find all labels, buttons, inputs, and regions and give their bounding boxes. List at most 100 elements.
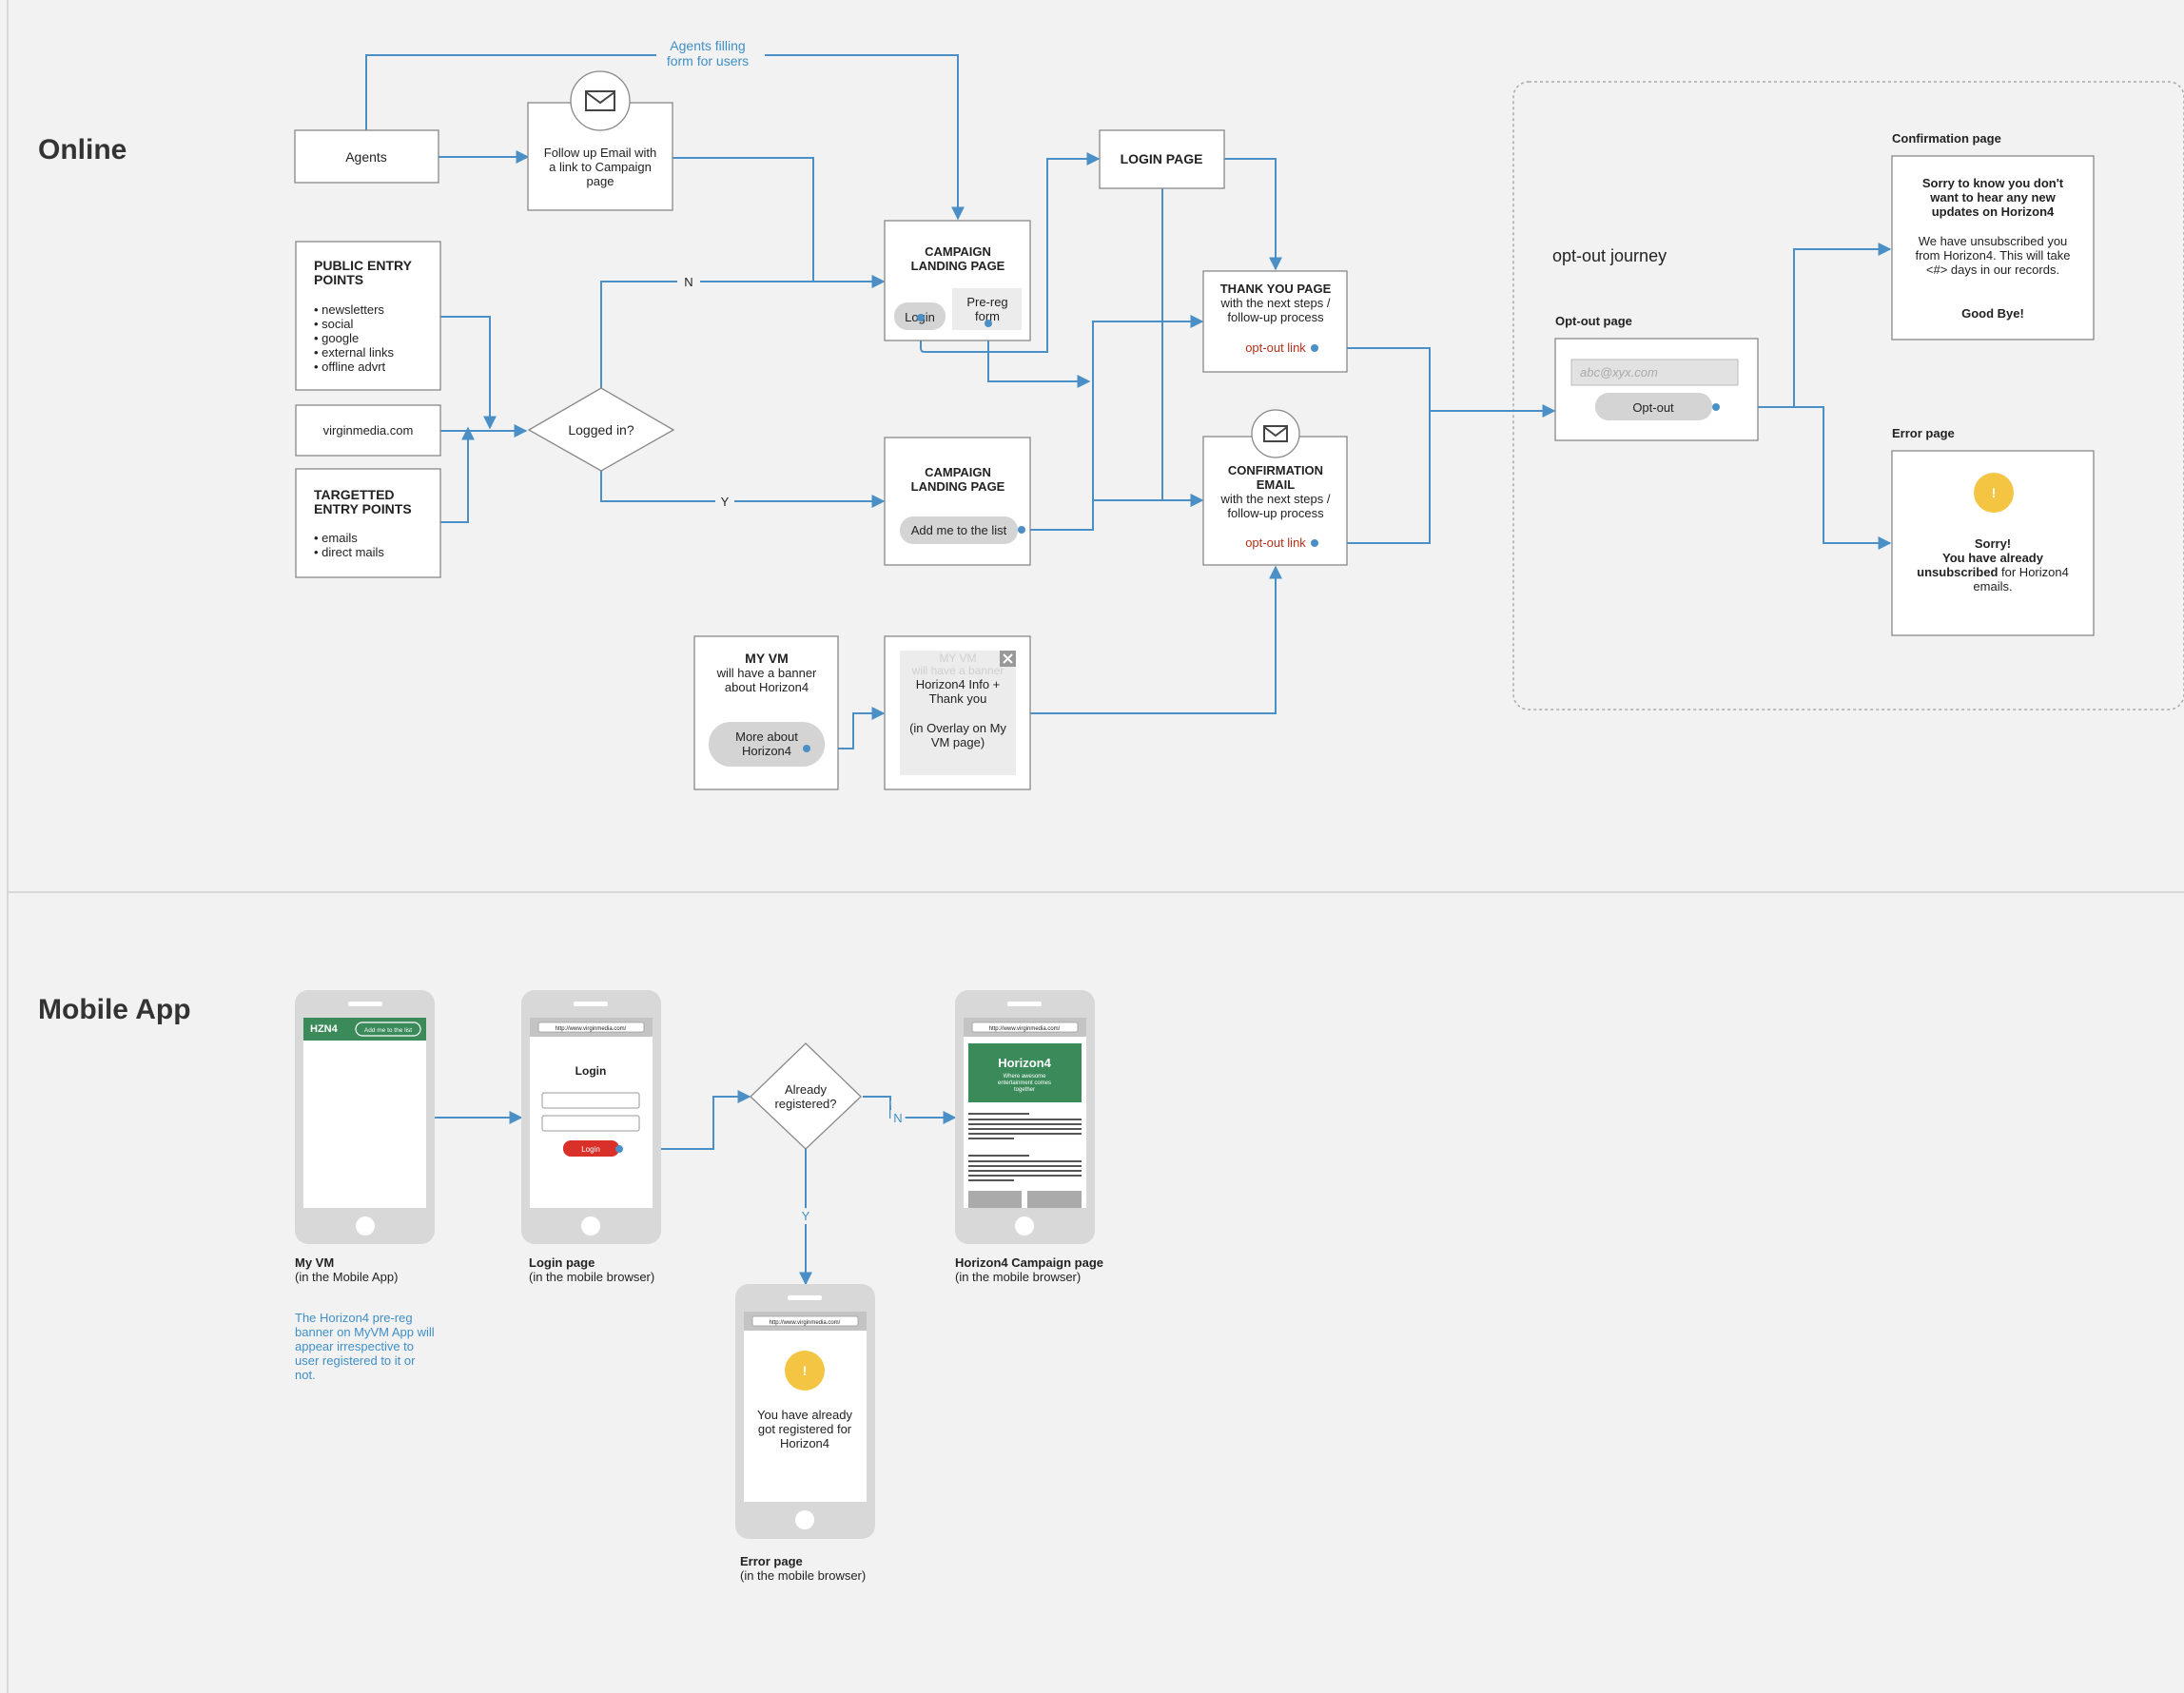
svg-text:opt-out link: opt-out link (1245, 535, 1306, 550)
confirmation-page-box: Sorry to know you don't want to hear any… (1891, 155, 2095, 341)
svg-text:banner on MyVM App will: banner on MyVM App will (295, 1325, 435, 1339)
svg-text:• social: • social (314, 317, 354, 331)
svg-text:Horizon4 Info +: Horizon4 Info + (916, 677, 1001, 691)
svg-text:Horizon4: Horizon4 (742, 744, 791, 758)
opt-out-page-box: abc@xyx.com (1554, 338, 1759, 441)
phone3-caption-title: Horizon4 Campaign page (955, 1255, 1103, 1270)
svg-text:The Horizon4 pre-reg: The Horizon4 pre-reg (295, 1311, 413, 1325)
svg-text:LANDING PAGE: LANDING PAGE (911, 259, 1005, 273)
svg-text:Logged in?: Logged in? (568, 422, 634, 438)
section-title-online: Online (38, 134, 127, 165)
svg-text:We have unsubscribed you: We have unsubscribed you (1919, 234, 2068, 248)
svg-text:Opt-out: Opt-out (1632, 400, 1674, 415)
svg-text:with the next steps /: with the next steps / (1220, 296, 1331, 310)
targetted-entry-box: TARGETTED ENTRY POINTS • emails • direct… (295, 468, 441, 578)
svg-text:with the next steps /: with the next steps / (1220, 492, 1331, 506)
opt-out-button[interactable]: Opt-out (1595, 393, 1712, 420)
svg-text:http://www.virginmedia.com/: http://www.virginmedia.com/ (770, 1320, 841, 1326)
svg-text:Add me to the list: Add me to the list (911, 523, 1007, 537)
svg-text:CONFIRMATION: CONFIRMATION (1228, 463, 1323, 477)
svg-text:about Horizon4: about Horizon4 (725, 680, 809, 694)
svg-text:follow-up process: follow-up process (1227, 310, 1324, 324)
svg-text:http://www.virginmedia.com/: http://www.virginmedia.com/ (989, 1026, 1061, 1032)
svg-text:form for users: form for users (667, 53, 749, 68)
svg-text:• offline advrt: • offline advrt (314, 360, 386, 374)
svg-text:want to hear any new: want to hear any new (1929, 190, 2056, 204)
mail-icon (1251, 409, 1300, 458)
campaign-landing-page-1: CAMPAIGN LANDING PAGE Login Pre-reg form (884, 220, 1031, 341)
thank-you-page-box: THANK YOU PAGE with the next steps / fol… (1202, 270, 1348, 373)
svg-text:HZN4: HZN4 (310, 1023, 339, 1035)
svg-text:• newsletters: • newsletters (314, 302, 384, 317)
svg-text:page: page (587, 174, 614, 188)
svg-text:VM page): VM page) (931, 735, 985, 749)
svg-text:Good Bye!: Good Bye! (1961, 306, 2024, 321)
phone2-caption-sub: (in the mobile browser) (529, 1270, 654, 1284)
mail-icon (570, 70, 631, 131)
already-registered-decision: Already registered? (750, 1042, 862, 1150)
svg-text:CAMPAIGN: CAMPAIGN (925, 244, 991, 259)
svg-text:ENTRY POINTS: ENTRY POINTS (314, 501, 412, 516)
mobile-branch-y-label: Y (802, 1209, 810, 1223)
svg-text:PUBLIC ENTRY: PUBLIC ENTRY (314, 258, 413, 273)
virginmedia-box: virginmedia.com (295, 404, 441, 457)
svg-text:virginmedia.com: virginmedia.com (323, 423, 414, 438)
phone2-caption-title: Login page (529, 1255, 595, 1270)
phone4-caption-sub: (in the mobile browser) (740, 1568, 866, 1583)
confirmation-page-label: Confirmation page (1892, 131, 2001, 146)
svg-text:user registered to it or: user registered to it or (295, 1353, 416, 1368)
svg-text:LOGIN PAGE: LOGIN PAGE (1121, 151, 1203, 166)
svg-text:together: together (1014, 1087, 1035, 1093)
error-page-label: Error page (1892, 426, 1955, 440)
svg-text:Agents: Agents (345, 149, 387, 165)
phone3-caption-sub: (in the mobile browser) (955, 1270, 1081, 1284)
phone4-caption-title: Error page (740, 1554, 803, 1568)
phone-my-vm: HZN4 Add me to the list (295, 990, 435, 1244)
phone-login: http://www.virginmedia.com/ Login Login (521, 990, 661, 1244)
svg-text:EMAIL: EMAIL (1257, 477, 1296, 492)
svg-text:Horizon4: Horizon4 (780, 1436, 829, 1450)
svg-text:Agents filling: Agents filling (670, 38, 745, 53)
svg-text:• external links: • external links (314, 345, 395, 360)
svg-text:from Horizon4. This will take: from Horizon4. This will take (1915, 248, 2070, 263)
section-title-mobile: Mobile App (38, 994, 191, 1025)
svg-text:(in Overlay on My: (in Overlay on My (909, 721, 1006, 735)
svg-text:Login: Login (575, 1064, 607, 1078)
svg-text:Follow up Email with: Follow up Email with (544, 146, 657, 160)
svg-text:LANDING PAGE: LANDING PAGE (911, 479, 1005, 494)
svg-text:Sorry to know you don't: Sorry to know you don't (1922, 176, 2064, 190)
svg-text:Already: Already (785, 1082, 828, 1097)
agents-box: Agents (294, 129, 439, 184)
svg-text:TARGETTED: TARGETTED (314, 487, 395, 502)
svg-text:!: ! (1992, 485, 1997, 500)
svg-text:• emails: • emails (314, 531, 358, 545)
svg-text:Sorry!: Sorry! (1975, 536, 2011, 551)
svg-text:emails.: emails. (1973, 579, 2012, 594)
svg-text:Login: Login (581, 1145, 600, 1154)
svg-text:registered?: registered? (774, 1097, 836, 1111)
svg-text:MY VM: MY VM (939, 652, 976, 665)
svg-text:follow-up process: follow-up process (1227, 506, 1324, 520)
mobile-branch-n-label: N (893, 1111, 902, 1125)
svg-text:not.: not. (295, 1368, 316, 1382)
svg-text:appear irrespective to: appear irrespective to (295, 1339, 414, 1353)
svg-text:More about: More about (735, 730, 798, 744)
svg-text:• direct mails: • direct mails (314, 545, 384, 559)
close-icon[interactable] (1000, 651, 1016, 667)
svg-text:POINTS: POINTS (314, 272, 363, 287)
campaign-landing-page-2: CAMPAIGN LANDING PAGE Add me to the list (884, 437, 1031, 566)
branch-n-label: N (684, 275, 692, 289)
svg-text:will have a banner: will have a banner (911, 664, 1004, 677)
logged-in-decision: Logged in? (527, 387, 675, 472)
svg-text:got registered for: got registered for (758, 1422, 852, 1436)
agents-filling-label: Agents filling form for users (667, 38, 749, 68)
svg-text:entertainment comes: entertainment comes (998, 1080, 1051, 1086)
svg-text:a link to Campaign: a link to Campaign (549, 160, 652, 174)
svg-text:!: ! (803, 1363, 808, 1378)
phone-campaign-page: http://www.virginmedia.com/ Horizon4 Whe… (955, 990, 1095, 1244)
public-entry-box: PUBLIC ENTRY POINTS • newsletters • soci… (295, 241, 441, 391)
flow-diagram: Online Mobile App Agents filling form fo… (7, 0, 2184, 1693)
svg-text:will have a banner: will have a banner (716, 666, 817, 680)
svg-text:unsubscribed for Horizon4: unsubscribed for Horizon4 (1917, 565, 2069, 579)
svg-text:CAMPAIGN: CAMPAIGN (925, 465, 991, 479)
